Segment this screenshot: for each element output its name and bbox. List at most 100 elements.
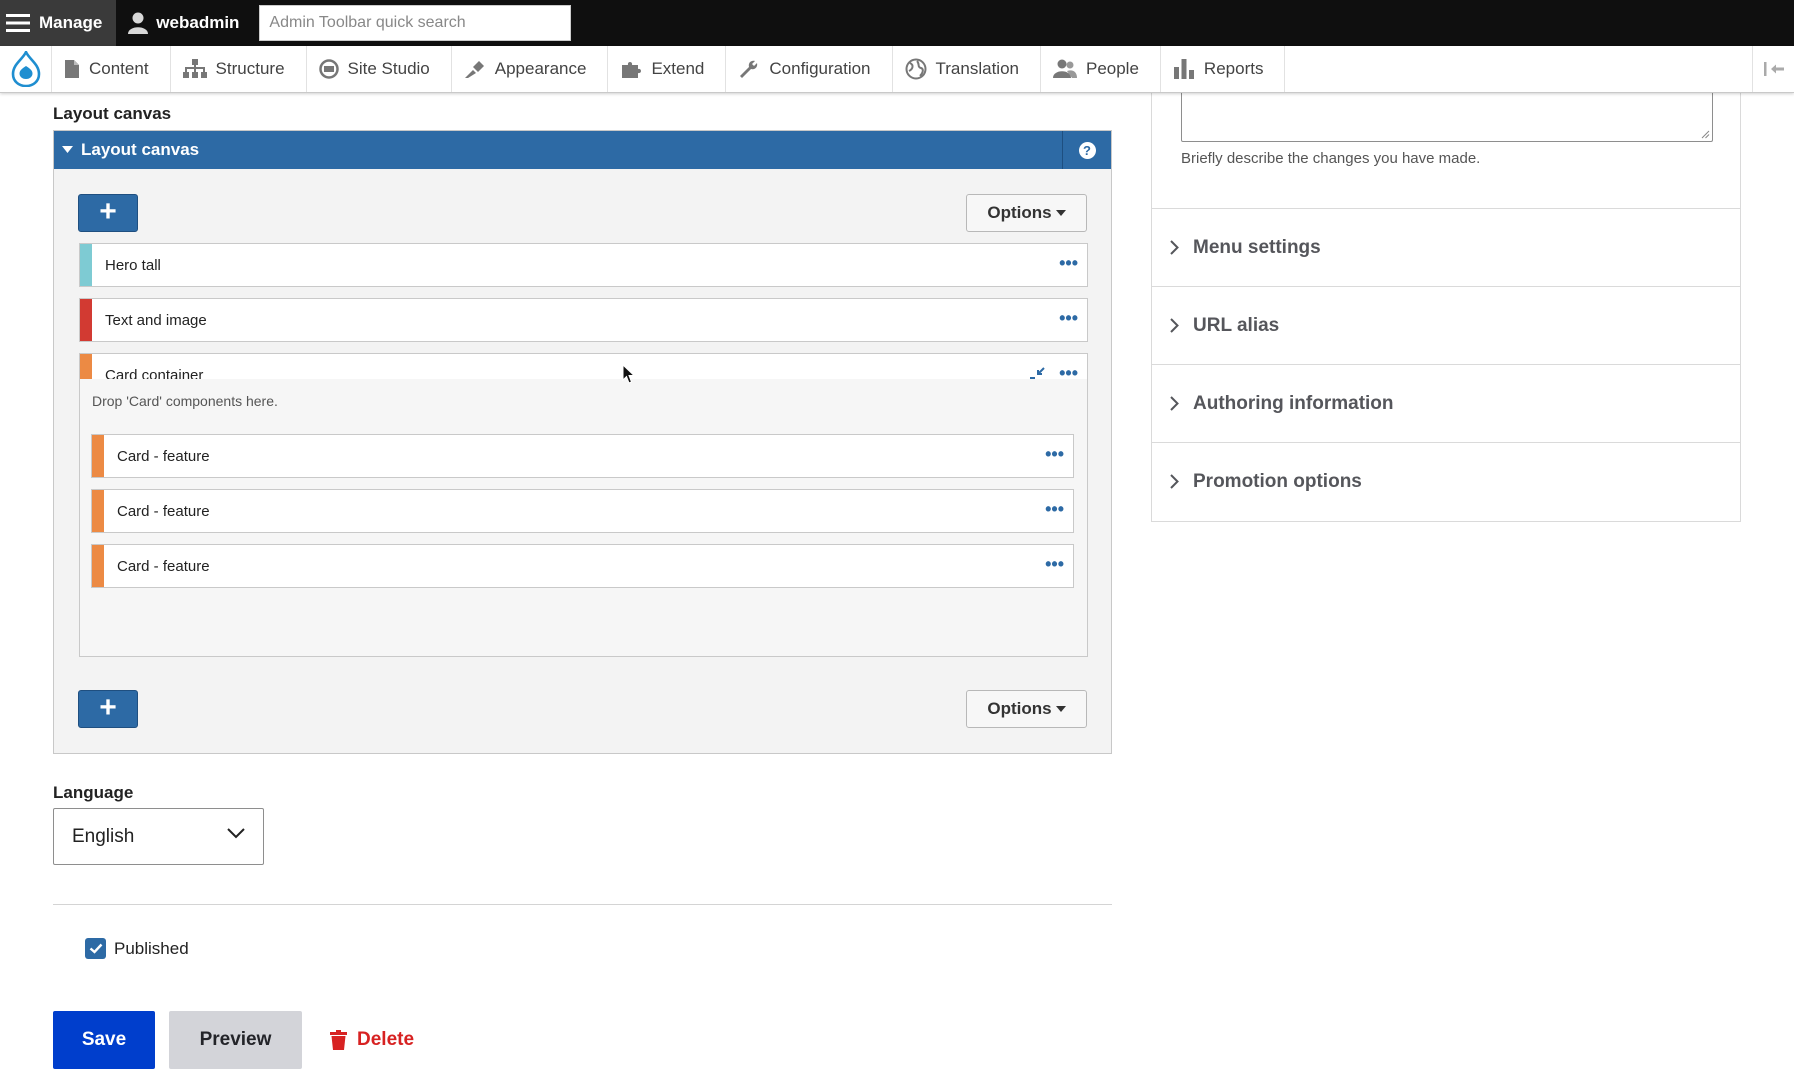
chevron-right-icon — [1170, 318, 1179, 333]
section-label: URL alias — [1193, 314, 1280, 336]
tray-item-label: Extend — [651, 59, 705, 78]
component-hero-tall[interactable]: Hero tall ••• — [79, 243, 1088, 287]
user-menu[interactable]: webadmin — [116, 0, 259, 46]
add-component-button-top[interactable]: + — [78, 194, 138, 232]
promotion-options-toggle[interactable]: Promotion options — [1152, 442, 1740, 520]
component-color-bar — [92, 545, 104, 587]
caret-down-icon — [1055, 209, 1066, 216]
user-label: webadmin — [156, 13, 240, 32]
section-label: Menu settings — [1193, 236, 1321, 258]
authoring-information-toggle[interactable]: Authoring information — [1152, 364, 1740, 442]
component-card-feature[interactable]: Card - feature ••• — [91, 544, 1074, 588]
tray-item-label: Configuration — [769, 59, 871, 78]
tray-item-reports[interactable]: Reports — [1161, 46, 1286, 92]
tray-item-label: Content — [89, 59, 149, 78]
delete-link[interactable]: Delete — [330, 1011, 414, 1069]
options-label: Options — [987, 699, 1052, 718]
admin-search-input[interactable] — [259, 5, 572, 41]
layout-canvas-panel-title: Layout canvas — [81, 140, 200, 159]
tray-item-translation[interactable]: Translation — [893, 46, 1041, 92]
tray-item-label: Structure — [215, 59, 285, 78]
mouse-cursor-icon — [622, 364, 636, 384]
component-color-bar — [80, 244, 92, 286]
tray-item-label: People — [1085, 59, 1139, 78]
component-card-feature[interactable]: Card - feature ••• — [91, 434, 1074, 478]
divider — [53, 904, 1112, 905]
tray-item-label: Translation — [935, 59, 1019, 78]
component-color-bar — [92, 435, 104, 477]
more-options-icon[interactable]: ••• — [1045, 445, 1064, 463]
options-button-bottom[interactable]: Options — [966, 690, 1087, 728]
question-icon: ? — [1078, 141, 1096, 159]
hamburger-icon — [6, 14, 30, 32]
file-icon — [65, 60, 79, 78]
preview-button[interactable]: Preview — [169, 1011, 302, 1069]
published-label: Published — [114, 938, 189, 958]
published-field[interactable]: Published — [85, 938, 189, 959]
published-checkbox[interactable] — [85, 938, 106, 959]
tray-item-people[interactable]: People — [1041, 46, 1161, 92]
tray-item-label: Appearance — [494, 59, 587, 78]
chevron-down-icon — [227, 828, 245, 839]
site-studio-icon — [318, 59, 339, 79]
tray-orientation-toggle[interactable] — [1752, 46, 1794, 92]
plus-icon: + — [99, 195, 117, 228]
section-label: Promotion options — [1193, 470, 1362, 492]
card-container-dropzone: Drop 'Card' components here. Card - feat… — [79, 379, 1088, 657]
add-component-button-bottom[interactable]: + — [78, 690, 138, 728]
caret-down-icon — [1055, 705, 1066, 712]
menu-settings-toggle[interactable]: Menu settings — [1152, 208, 1740, 286]
globe-icon — [905, 58, 927, 80]
trash-icon — [330, 1030, 347, 1050]
tray-item-extend[interactable]: Extend — [608, 46, 727, 92]
more-options-icon[interactable]: ••• — [1045, 500, 1064, 518]
url-alias-toggle[interactable]: URL alias — [1152, 286, 1740, 364]
tray-item-structure[interactable]: Structure — [171, 46, 307, 92]
entity-meta-sidebar: Briefly describe the changes you have ma… — [1151, 93, 1741, 522]
more-options-icon[interactable]: ••• — [1059, 254, 1078, 272]
manage-menu[interactable]: Manage — [0, 0, 117, 46]
chevron-right-icon — [1170, 240, 1179, 255]
admin-toolbar: Manage webadmin — [0, 0, 1794, 46]
drupal-logo[interactable] — [0, 46, 52, 92]
checkmark-icon — [89, 943, 102, 954]
tray-item-content[interactable]: Content — [52, 46, 171, 92]
component-card-feature[interactable]: Card - feature ••• — [91, 489, 1074, 533]
more-options-icon[interactable]: ••• — [1045, 555, 1064, 573]
component-color-bar — [92, 490, 104, 532]
tray-item-appearance[interactable]: Appearance — [452, 46, 609, 92]
tray-item-configuration[interactable]: Configuration — [726, 46, 893, 92]
component-label: Text and image — [105, 311, 207, 329]
language-label: Language — [53, 783, 134, 802]
more-options-icon[interactable]: ••• — [1059, 364, 1078, 382]
layout-canvas-panel: Layout canvas ? + Options Hero tall ••• … — [53, 130, 1112, 754]
admin-tray: Content Structure Site Studio Appearance… — [0, 46, 1794, 93]
save-button[interactable]: Save — [53, 1011, 155, 1069]
component-text-and-image[interactable]: Text and image ••• — [79, 298, 1088, 342]
layout-canvas-field-label: Layout canvas — [53, 104, 172, 123]
section-label: Authoring information — [1193, 392, 1394, 414]
puzzle-icon — [622, 62, 642, 78]
component-label: Card - feature — [117, 502, 210, 520]
sitemap-icon — [182, 59, 207, 78]
chevron-right-icon — [1170, 396, 1179, 411]
revision-log-textarea[interactable] — [1181, 93, 1713, 142]
language-select[interactable]: English — [53, 808, 264, 865]
people-icon — [1052, 59, 1077, 78]
tray-item-label: Reports — [1203, 59, 1264, 78]
language-selected-value: English — [72, 825, 135, 847]
paintbrush-icon — [464, 61, 484, 78]
layout-canvas-header[interactable]: Layout canvas ? — [54, 131, 1111, 169]
plus-icon: + — [99, 691, 117, 724]
component-label: Card - feature — [117, 557, 210, 575]
caret-down-icon — [62, 146, 73, 153]
options-label: Options — [987, 203, 1052, 222]
tray-item-site-studio[interactable]: Site Studio — [307, 46, 452, 92]
resize-handle-icon[interactable] — [1701, 130, 1710, 139]
layout-canvas-help-button[interactable]: ? — [1062, 131, 1111, 169]
options-button-top[interactable]: Options — [966, 194, 1087, 232]
wrench-icon — [740, 60, 758, 78]
chevron-right-icon — [1170, 474, 1179, 489]
more-options-icon[interactable]: ••• — [1059, 309, 1078, 327]
bar-chart-icon — [1173, 59, 1194, 79]
